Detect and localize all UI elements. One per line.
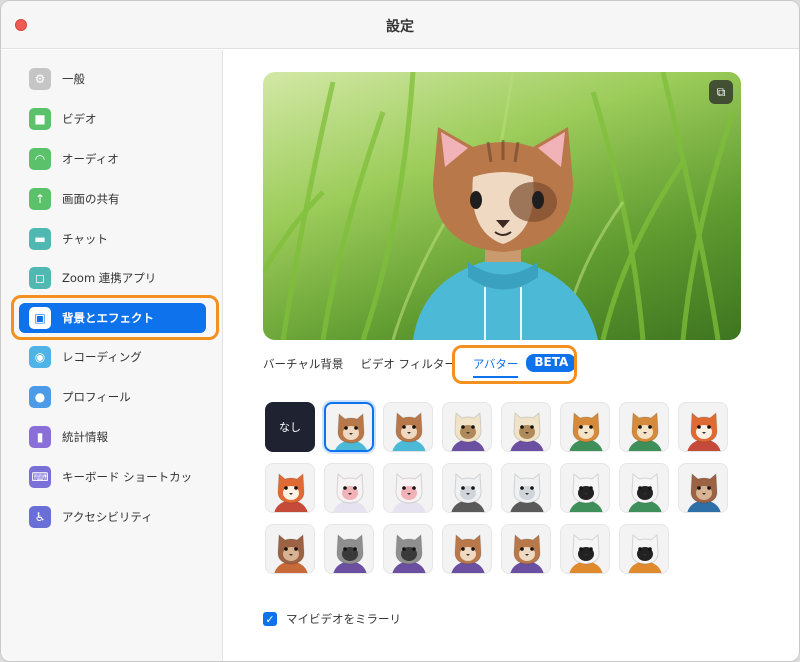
sidebar-item-label: チャット <box>62 232 108 246</box>
panda-avatar[interactable] <box>560 463 610 513</box>
sidebar-item-label: レコーディング <box>62 350 142 364</box>
statistics-icon: ▮ <box>29 426 51 448</box>
avatar-face-icon <box>569 411 603 451</box>
sidebar-item-headphones[interactable]: ◠ オーディオ <box>19 144 206 174</box>
tab-virtual-background[interactable]: バーチャル背景 <box>263 356 343 378</box>
dog-brown-avatar[interactable] <box>619 402 669 452</box>
sidebar-highlight-box <box>11 295 219 340</box>
sidebar-item-label: 一般 <box>62 72 85 86</box>
avatar-face-icon <box>392 533 426 573</box>
beaver-avatar[interactable] <box>678 463 728 513</box>
cat-gray-avatar-2[interactable] <box>501 524 551 574</box>
sidebar-item-accessibility[interactable]: ♿ アクセシビリティ <box>19 502 206 532</box>
sidebar-item-chat-bubble[interactable]: ▬ チャット <box>19 224 206 254</box>
cow-avatar-2[interactable] <box>501 402 551 452</box>
avatar-face-icon <box>628 411 662 451</box>
raccoon-avatar-2[interactable] <box>383 524 433 574</box>
fox-avatar[interactable] <box>678 402 728 452</box>
sidebar-item-gear[interactable]: ⚙ 一般 <box>19 64 206 94</box>
settings-sidebar: ⚙ 一般 ■ ビデオ ◠ オーディオ ↑ 画面の共有 ▬ チャット ◻ Zoom 連携アプリ ▣ 背景とエ… <box>1 50 223 661</box>
tab-video-filter[interactable]: ビデオ フィルター <box>360 356 455 378</box>
keyboard-icon: ⌨ <box>29 466 51 488</box>
avatar-face-icon <box>687 472 721 512</box>
avatar-none-option[interactable]: なし <box>265 402 315 452</box>
cow-bw-avatar-2[interactable] <box>619 524 669 574</box>
sidebar-item-keyboard[interactable]: ⌨ キーボード ショートカッ <box>19 462 206 492</box>
avatar-face-icon <box>451 472 485 512</box>
mirror-video-checkbox[interactable]: ✓ <box>263 612 277 626</box>
avatar-face-icon <box>333 533 367 573</box>
avatar-face-icon <box>628 533 662 573</box>
avatar-face-icon <box>392 472 426 512</box>
avatar-face-icon <box>274 472 308 512</box>
beaver-avatar-2[interactable] <box>265 524 315 574</box>
apps-icon: ◻ <box>29 267 51 289</box>
raccoon-avatar[interactable] <box>324 524 374 574</box>
polar-bear-avatar[interactable] <box>442 463 492 513</box>
avatar-face-icon <box>392 411 426 451</box>
mirror-video-option[interactable]: ✓ マイビデオをミラーリ <box>263 611 401 627</box>
rabbit-avatar-2[interactable] <box>383 463 433 513</box>
avatar-preview-image <box>263 72 736 340</box>
polar-bear-avatar-2[interactable] <box>501 463 551 513</box>
window-title: 設定 <box>386 19 414 35</box>
sidebar-item-label: オーディオ <box>62 152 119 166</box>
avatar-face-icon <box>569 472 603 512</box>
video-preview: ⧉ <box>263 72 741 340</box>
avatar-face-icon <box>510 533 544 573</box>
cow-bw-avatar[interactable] <box>560 524 610 574</box>
mirror-video-label: マイビデオをミラーリ <box>286 612 401 626</box>
avatar-face-icon <box>628 472 662 512</box>
sidebar-item-label: キーボード ショートカッ <box>62 470 193 484</box>
sidebar-item-label: 画面の共有 <box>62 192 120 206</box>
sidebar-item-statistics[interactable]: ▮ 統計情報 <box>19 422 206 452</box>
fox-avatar-2[interactable] <box>265 463 315 513</box>
avatar-face-icon <box>335 412 367 450</box>
sidebar-item-apps[interactable]: ◻ Zoom 連携アプリ <box>19 263 206 293</box>
avatar-face-icon <box>569 533 603 573</box>
chat-bubble-icon: ▬ <box>29 228 51 250</box>
record-icon: ◉ <box>29 346 51 368</box>
settings-window: 設定 ⚙ 一般 ■ ビデオ ◠ オーディオ ↑ 画面の共有 ▬ チャット ◻ Zoom 連携アプリ ▣ 背… <box>0 0 800 662</box>
gear-icon: ⚙ <box>29 68 51 90</box>
dog-orange-avatar[interactable] <box>560 402 610 452</box>
expand-icon[interactable]: ⧉ <box>709 80 733 104</box>
video-camera-icon: ■ <box>29 108 51 130</box>
avatar-face-icon <box>687 411 721 451</box>
sidebar-item-label: Zoom 連携アプリ <box>62 271 157 285</box>
rabbit-avatar[interactable] <box>324 463 374 513</box>
accessibility-icon: ♿ <box>29 506 51 528</box>
avatar-face-icon <box>510 411 544 451</box>
sidebar-item-label: 統計情報 <box>62 430 108 444</box>
avatar-face-icon <box>510 472 544 512</box>
sidebar-item-share-screen[interactable]: ↑ 画面の共有 <box>19 184 206 214</box>
avatar-face-icon <box>333 472 367 512</box>
sidebar-item-profile[interactable]: ● プロフィール <box>19 382 206 412</box>
cat-gray-avatar[interactable] <box>442 524 492 574</box>
cat-brown-avatar[interactable] <box>324 402 374 452</box>
avatar-face-icon <box>451 533 485 573</box>
title-bar: 設定 <box>1 1 799 49</box>
avatar-face-icon <box>451 411 485 451</box>
sidebar-item-label: プロフィール <box>62 390 131 404</box>
panda-avatar-2[interactable] <box>619 463 669 513</box>
sidebar-item-label: ビデオ <box>62 112 97 126</box>
avatar-face-icon <box>274 533 308 573</box>
sidebar-item-video-camera[interactable]: ■ ビデオ <box>19 104 206 134</box>
cat-tan-avatar[interactable] <box>383 402 433 452</box>
avatar-tab-highlight-box <box>452 345 577 384</box>
headphones-icon: ◠ <box>29 148 51 170</box>
sidebar-item-record[interactable]: ◉ レコーディング <box>19 342 206 372</box>
cow-avatar[interactable] <box>442 402 492 452</box>
profile-icon: ● <box>29 386 51 408</box>
sidebar-item-label: アクセシビリティ <box>62 510 153 524</box>
share-screen-icon: ↑ <box>29 188 51 210</box>
